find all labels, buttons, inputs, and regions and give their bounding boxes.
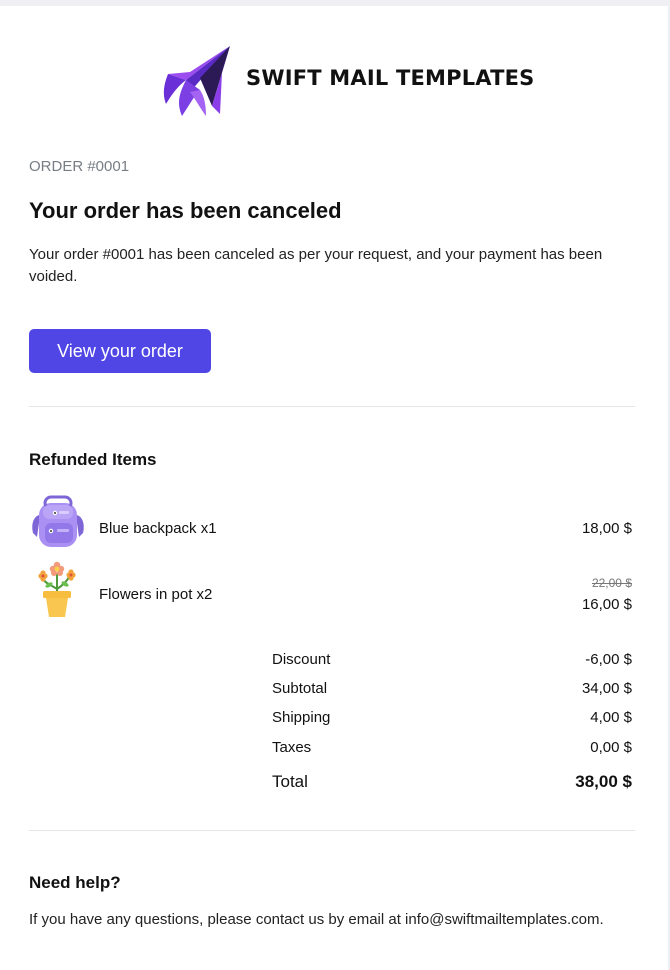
item-name: Flowers in pot x2 [99,586,213,603]
summary-label-subtotal: Subtotal [272,680,328,697]
summary-label-discount: Discount [272,651,331,668]
cancel-message: Your order #0001 has been canceled as pe… [29,246,603,285]
help-title: Need help? [29,873,121,892]
page-title: Your order has been canceled [29,198,342,223]
order-number-label: ORDER #0001 [29,158,130,175]
view-order-button[interactable]: View your order [29,329,211,373]
item-name: Blue backpack x1 [99,520,217,537]
summary-value-discount: -6,00 $ [585,651,632,668]
item-price: 16,00 $ [581,596,632,613]
summary-value-shipping: 4,00 $ [590,709,632,726]
refunded-items-title: Refunded Items [29,450,157,469]
summary-label-taxes: Taxes [272,739,312,756]
summary-label-shipping: Shipping [272,709,331,726]
flower-pot-icon [38,561,76,617]
divider [29,830,635,831]
help-text: If you have any questions, please contac… [29,911,604,928]
email-body: SWIFT MAIL TEMPLATES ORDER #0001 Your or… [0,6,668,970]
summary-value-subtotal: 34,00 $ [581,680,632,697]
summary-value-taxes: 0,00 $ [590,739,632,756]
backpack-icon [32,495,84,547]
divider [29,406,635,407]
total-label: Total [272,772,308,791]
total-value: 38,00 $ [575,772,632,791]
original-price: 22,00 $ [591,576,632,590]
brand-name: SWIFT MAIL TEMPLATES [246,66,535,90]
item-price: 18,00 $ [581,520,632,537]
paper-plane-logo-icon [163,46,230,116]
